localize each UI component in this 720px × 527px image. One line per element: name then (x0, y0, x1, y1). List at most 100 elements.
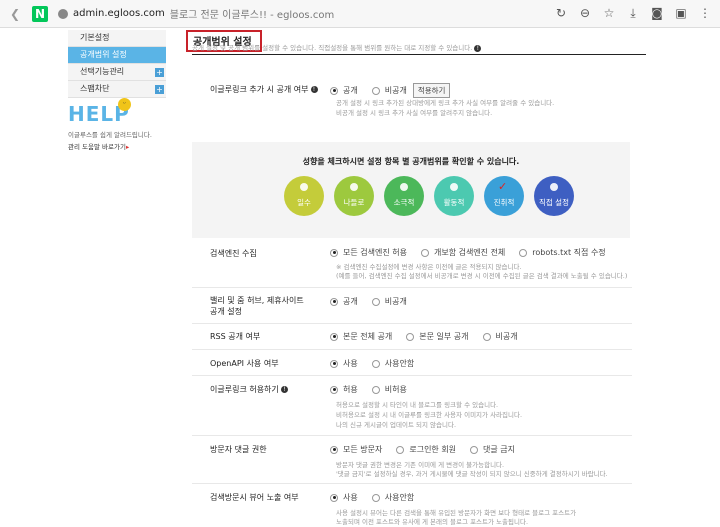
help-block: HELP ᵕ 이글루스를 쉽게 알려드립니다. 관리 도움말 바로가기▸ (68, 98, 168, 153)
rss-label: RSS 공개 여부 (210, 332, 261, 341)
openapi-label: OpenAPI 사용 여부 (210, 359, 279, 368)
sidebar-item-visibility[interactable]: 공개범위 설정 (68, 47, 166, 64)
persona-circle[interactable]: ✓ 진취적 (484, 176, 524, 216)
extension-icon[interactable]: ▣ (674, 6, 688, 20)
radio[interactable] (371, 297, 380, 306)
rss-partial-option[interactable]: 본문 일부 공개 (406, 331, 469, 342)
egloolink-note-1: 허용으로 설정할 시 타인이 내 블로그를 링크할 수 있습니다. (336, 401, 499, 409)
radio-dot-icon (450, 183, 458, 191)
sidebar: 기본설정 공개범위 설정 선택기능관리 + 스팸차단 + (68, 30, 166, 98)
persona-label: 직접 설정 (539, 197, 569, 207)
radio[interactable] (371, 493, 380, 502)
valley-label-line-1: 밸리 및 줌 허브, 제휴사이트 (210, 296, 304, 305)
option-label: 사용안함 (384, 493, 415, 502)
trackback-private-option[interactable]: 비공개 (371, 85, 407, 96)
help-link[interactable]: 관리 도움말 바로가기▸ (68, 141, 168, 153)
radio[interactable] (330, 493, 338, 502)
persona-circle[interactable]: 나들로 (334, 176, 374, 216)
search-custom-option[interactable]: 개보함 검색엔진 전체 (420, 247, 505, 258)
search-viewer-use-option[interactable]: 사용 (330, 492, 358, 503)
radio[interactable] (330, 86, 338, 95)
url-domain: admin.egloos.com (73, 8, 165, 19)
radio[interactable] (330, 297, 338, 306)
info-icon[interactable]: ! (474, 44, 482, 52)
option-label: 모든 방문자 (343, 445, 383, 454)
persona-label: 일수 (297, 197, 311, 207)
radio[interactable] (330, 385, 338, 394)
persona-title: 성향을 체크하시면 설정 항목 별 공개범위를 확인할 수 있습니다. (302, 157, 520, 166)
comment-all-option[interactable]: 모든 방문자 (330, 444, 382, 455)
radio[interactable] (470, 445, 479, 454)
option-label: 본문 전체 공개 (343, 332, 393, 341)
persona-label: 소극적 (393, 197, 415, 207)
plus-icon[interactable]: + (155, 85, 164, 94)
openapi-use-option[interactable]: 사용 (330, 358, 358, 369)
download-icon[interactable]: ⤓ (626, 6, 640, 20)
radio-dot-icon (300, 183, 308, 191)
radio[interactable] (420, 248, 429, 257)
sidebar-item-features[interactable]: 선택기능관리 + (68, 64, 166, 81)
option-label: robots.txt 직접 수정 (532, 248, 606, 257)
radio[interactable] (371, 385, 380, 394)
search-robots-option[interactable]: robots.txt 직접 수정 (519, 247, 606, 258)
persona-circle[interactable]: 소극적 (384, 176, 424, 216)
info-icon[interactable]: ! (280, 386, 288, 393)
help-line: 이글루스를 쉽게 알려드립니다. (68, 131, 152, 139)
radio[interactable] (330, 332, 338, 341)
radio[interactable] (519, 248, 528, 257)
openapi-nouse-option[interactable]: 사용안함 (371, 358, 414, 369)
trackback-note-2: 비공개 설정 시 링크 추가 사실 여부를 알려주지 않습니다. (336, 109, 493, 117)
radio[interactable] (371, 359, 380, 368)
smile-icon: ᵕ (118, 98, 131, 111)
valley-private-option[interactable]: 비공개 (371, 296, 407, 307)
radio[interactable] (482, 332, 491, 341)
info-icon[interactable]: ! (310, 86, 318, 93)
radio-dot-icon (400, 183, 408, 191)
comment-row: 방문자 댓글 권한 모든 방문자 로그인한 회원 댓글 금지 방문자 댓글 권한… (192, 436, 632, 484)
valley-label-line-2: 공개 설정 (210, 307, 242, 316)
egloolink-deny-option[interactable]: 비허용 (371, 384, 407, 395)
back-icon[interactable]: ❮ (6, 5, 24, 23)
sidebar-item-spam[interactable]: 스팸차단 + (68, 81, 166, 98)
radio[interactable] (371, 86, 380, 95)
radio[interactable] (330, 248, 338, 257)
egloolink-label-text: 이글루링크 허용하기 (210, 385, 279, 394)
address-bar[interactable]: admin.egloos.com 블로그 전문 이글루스!! - egloos.… (58, 6, 334, 21)
trackback-public-option[interactable]: 공개 (330, 85, 358, 96)
option-label: 비허용 (384, 385, 407, 394)
comment-block-option[interactable]: 댓글 금지 (470, 444, 515, 455)
search-viewer-label: 검색방문시 뷰어 노출 여부 (210, 493, 299, 502)
naver-logo[interactable]: N (32, 5, 48, 22)
radio[interactable] (406, 332, 415, 341)
star-icon[interactable]: ☆ (602, 6, 616, 20)
radio[interactable] (330, 359, 338, 368)
openapi-row: OpenAPI 사용 여부 사용 사용안함 (192, 350, 632, 376)
comment-member-option[interactable]: 로그인한 회원 (396, 444, 456, 455)
option-label: 비공개 (384, 297, 407, 306)
egloolink-allow-option[interactable]: 허용 (330, 384, 358, 395)
search-engine-row: 검색엔진 수집 모든 검색엔진 허용 개보함 검색엔진 전체 robots.tx… (192, 238, 632, 288)
sidebar-item-basic[interactable]: 기본설정 (68, 30, 166, 47)
persona-circle[interactable]: 직접 설정 (534, 176, 574, 216)
persona-circle[interactable]: 활동적 (434, 176, 474, 216)
trackback-row: 이글루링크 추가 시 공개 여부! 공개 비공개 적용하기 공개 설정 시 링크… (192, 76, 632, 138)
plus-icon[interactable]: + (155, 68, 164, 77)
menu-icon[interactable]: ⋮ (698, 6, 712, 20)
search-viewer-nouse-option[interactable]: 사용안함 (371, 492, 415, 503)
apply-button[interactable]: 적용하기 (412, 83, 451, 98)
zoom-icon[interactable]: ⊖ (578, 6, 592, 20)
radio[interactable] (330, 445, 338, 454)
option-label: 공개 (343, 86, 358, 95)
persona-circle[interactable]: 일수 (284, 176, 324, 216)
rss-full-option[interactable]: 본문 전체 공개 (330, 331, 392, 342)
reload-icon[interactable]: ↻ (554, 6, 568, 20)
persona-box: 성향을 체크하시면 설정 항목 별 공개범위를 확인할 수 있습니다. 일수 나들… (192, 142, 630, 238)
search-note-2: (예를 들어, 검색엔진 수집 설정에서 비공개로 변경 시 이전에 수집된 글… (336, 272, 628, 280)
rss-private-option[interactable]: 비공개 (482, 331, 518, 342)
persona-circles: 일수 나들로 소극적 활동적 ✓ 진취적 직접 설정 (284, 176, 574, 216)
site-icon (58, 8, 68, 19)
valley-public-option[interactable]: 공개 (330, 296, 358, 307)
radio[interactable] (396, 445, 405, 454)
screenshot-icon[interactable]: ◙ (650, 6, 664, 20)
search-allow-all-option[interactable]: 모든 검색엔진 허용 (330, 247, 407, 258)
